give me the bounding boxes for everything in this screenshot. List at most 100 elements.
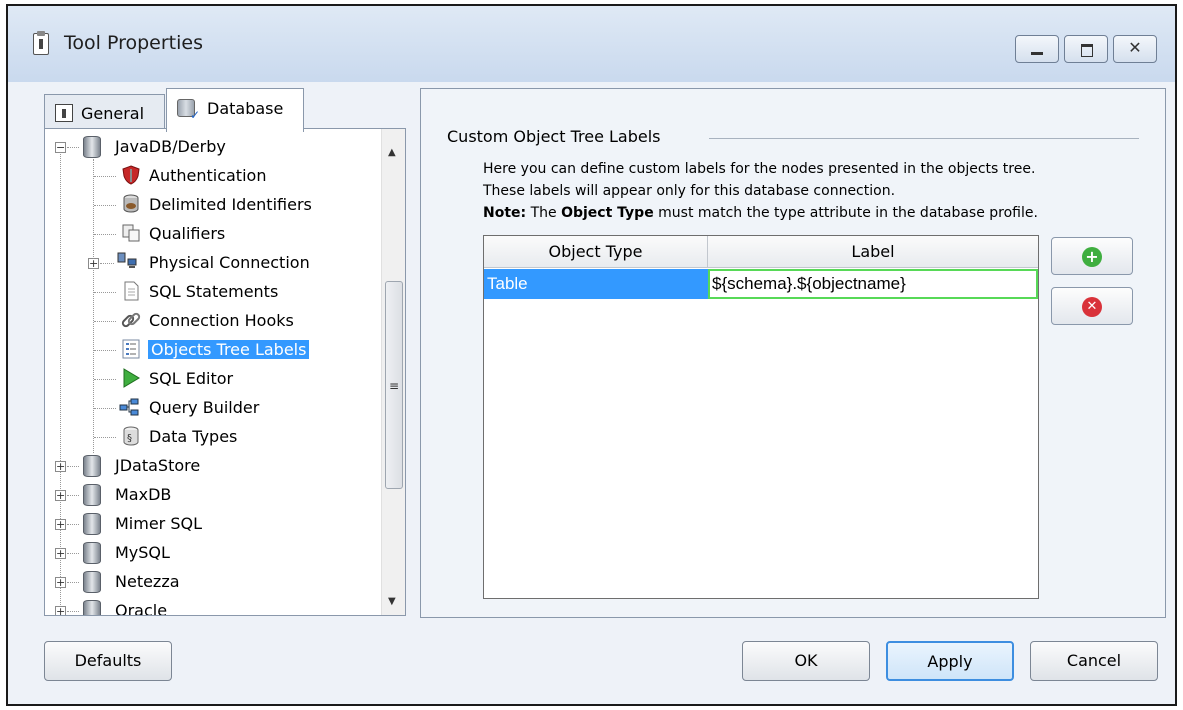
labels-table[interactable]: Object Type Label Table ${schema}.${obje… — [483, 235, 1039, 599]
tree-item-sql-editor[interactable]: SQL Editor — [45, 365, 381, 393]
apply-button[interactable]: Apply — [886, 641, 1014, 681]
tree-connector — [94, 205, 116, 206]
tree-item-jdatastore[interactable]: + JDataStore — [45, 452, 381, 480]
tree-connector — [67, 553, 79, 554]
group-title: Custom Object Tree Labels — [447, 127, 661, 146]
table-cell-label-editor[interactable]: ${schema}.${objectname} — [708, 269, 1038, 299]
database-tree[interactable]: − JavaDB/Derby Authentication Delimited … — [44, 128, 406, 616]
tree-connector — [67, 524, 79, 525]
scroll-up-icon[interactable]: ▲ — [388, 147, 396, 158]
shield-icon — [122, 165, 140, 185]
expand-icon[interactable]: + — [55, 548, 66, 559]
tree-connector — [100, 263, 114, 264]
tree-connector — [94, 176, 116, 177]
tree-item-label: SQL Editor — [149, 369, 234, 388]
expand-icon[interactable]: + — [55, 490, 66, 501]
expand-icon[interactable]: + — [55, 461, 66, 472]
tree-item-label: SQL Statements — [149, 282, 279, 301]
tree-item-label: Data Types — [149, 427, 238, 446]
column-header-label[interactable]: Label — [708, 236, 1038, 268]
tree-connector — [94, 350, 116, 351]
database-icon — [83, 600, 101, 615]
table-cell-object-type[interactable]: Table — [484, 269, 708, 299]
tree-connector — [94, 379, 116, 380]
close-icon: ✕ — [1128, 38, 1142, 57]
defaults-button[interactable]: Defaults — [44, 641, 172, 681]
tree-item-label: Authentication — [149, 166, 267, 185]
tree-connector — [94, 321, 116, 322]
expand-icon[interactable]: + — [55, 519, 66, 530]
note-prefix: Note: — [483, 205, 527, 221]
tree-item-label: Qualifiers — [149, 224, 226, 243]
tree-item-label: Objects Tree Labels — [148, 340, 310, 359]
tree-item-query-builder[interactable]: Query Builder — [45, 394, 381, 422]
grip-icon: ≡ — [389, 379, 400, 393]
dialog-content: General Database − JavaDB/Derby Authenti… — [8, 82, 1175, 704]
tree-item-netezza[interactable]: + Netezza — [45, 568, 381, 596]
maximize-button[interactable] — [1064, 35, 1108, 63]
tree-connector — [94, 234, 116, 235]
database-icon — [83, 136, 101, 158]
group-divider — [709, 138, 1139, 139]
ok-button[interactable]: OK — [742, 641, 870, 681]
expand-icon[interactable]: + — [55, 606, 66, 615]
tree-item-label: Query Builder — [149, 398, 260, 417]
tree-item-delimited-identifiers[interactable]: Delimited Identifiers — [45, 191, 381, 219]
collapse-icon[interactable]: − — [55, 142, 66, 153]
column-header-object-type[interactable]: Object Type — [484, 236, 708, 268]
clipboard-icon — [55, 104, 73, 122]
tree-item-data-types[interactable]: § Data Types — [45, 423, 381, 451]
title-bar: Tool Properties ✕ — [8, 6, 1175, 82]
description-line-1: Here you can define custom labels for th… — [483, 161, 1036, 177]
tree-item-label: MaxDB — [115, 485, 172, 504]
tool-properties-window: Tool Properties ✕ General Database − Jav… — [6, 4, 1177, 706]
query-builder-icon — [119, 398, 139, 416]
tree-connector — [94, 408, 116, 409]
tree-item-mysql[interactable]: + MySQL — [45, 539, 381, 567]
tree-item-mimer-sql[interactable]: + Mimer SQL — [45, 510, 381, 538]
tree-connector — [67, 147, 79, 148]
clipboard-icon — [33, 31, 49, 55]
tree-item-label: Physical Connection — [149, 253, 310, 272]
tree-item-sql-statements[interactable]: SQL Statements — [45, 278, 381, 306]
cancel-button[interactable]: Cancel — [1030, 641, 1158, 681]
expand-icon[interactable]: + — [55, 577, 66, 588]
note-text-rest: must match the type attribute in the dat… — [653, 205, 1038, 221]
tree-connector — [67, 495, 79, 496]
remove-icon: ✕ — [1082, 297, 1102, 317]
tree-connector — [94, 292, 116, 293]
tree-scrollbar[interactable]: ▲ ≡ ▼ — [381, 129, 405, 615]
tab-label: General — [81, 104, 145, 123]
database-icon — [83, 542, 101, 564]
chain-link-icon — [121, 312, 141, 328]
tab-general[interactable]: General — [44, 94, 165, 130]
tree-item-qualifiers[interactable]: Qualifiers — [45, 220, 381, 248]
database-icon — [83, 513, 101, 535]
tab-database[interactable]: Database — [166, 88, 304, 132]
tree-item-maxdb[interactable]: + MaxDB — [45, 481, 381, 509]
document-icon — [124, 281, 139, 301]
expand-icon[interactable]: + — [88, 258, 99, 269]
tree-item-connection-hooks[interactable]: Connection Hooks — [45, 307, 381, 335]
tree-item-objects-tree-labels[interactable]: Objects Tree Labels — [45, 336, 381, 364]
minimize-button[interactable] — [1015, 35, 1059, 63]
add-row-button[interactable]: + — [1051, 237, 1133, 275]
tree-item-label: Connection Hooks — [149, 311, 294, 330]
tree-item-authentication[interactable]: Authentication — [45, 162, 381, 190]
database-icon — [83, 571, 101, 593]
database-icon — [83, 455, 101, 477]
tree-item-label: Mimer SQL — [115, 514, 203, 533]
close-button[interactable]: ✕ — [1113, 35, 1157, 63]
tree-item-physical-connection[interactable]: + Physical Connection — [45, 249, 381, 277]
tree-item-label: JDataStore — [115, 456, 201, 475]
tree-item-oracle[interactable]: + Oracle — [45, 597, 381, 615]
custom-labels-panel: Custom Object Tree Labels Here you can d… — [420, 88, 1166, 618]
tree-labels-icon — [122, 339, 140, 359]
remove-row-button[interactable]: ✕ — [1051, 287, 1133, 325]
note-text: The — [526, 205, 562, 221]
add-icon: + — [1082, 247, 1102, 267]
scroll-down-icon[interactable]: ▼ — [388, 596, 396, 607]
note-line: Note: The Object Type must match the typ… — [483, 205, 1038, 221]
tree-item-javadb-derby[interactable]: − JavaDB/Derby — [45, 133, 381, 161]
play-icon — [123, 368, 140, 388]
